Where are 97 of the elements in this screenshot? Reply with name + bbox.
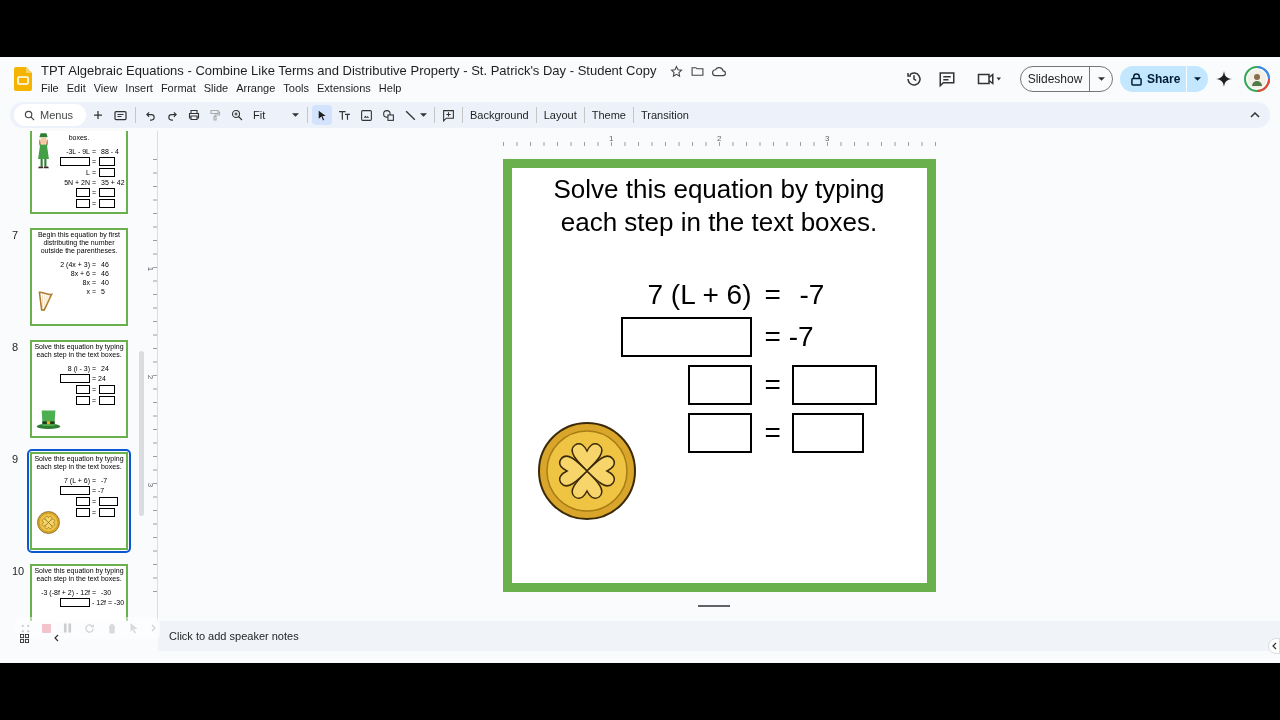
answer-box[interactable] (791, 365, 877, 405)
undo-icon[interactable] (145, 109, 156, 121)
shapes-icon (381, 108, 395, 122)
menu-item[interactable]: Insert (121, 81, 157, 95)
toolbar-button[interactable]: Layout (536, 105, 584, 125)
slide-heading: Solve this equation by typing each step in the text boxes. (552, 173, 886, 239)
answer-box[interactable] (99, 508, 115, 517)
answer-box[interactable] (76, 188, 90, 197)
ruler-number: 3 (825, 133, 830, 145)
harp-drawing (37, 290, 54, 311)
caret-icon[interactable] (420, 113, 427, 117)
menu-item[interactable]: Help (374, 81, 406, 95)
ruler-number: 2 (717, 133, 722, 145)
avatar[interactable] (1244, 66, 1270, 92)
hat-drawing (36, 408, 61, 430)
history-icon[interactable] (905, 70, 923, 88)
cloud-icon[interactable] (712, 64, 727, 78)
slide-number: 10 (12, 565, 25, 577)
equation-text: -7 (799, 281, 825, 309)
comment-icon[interactable] (938, 70, 956, 88)
equation-text: = (764, 419, 781, 447)
caret-icon (292, 113, 299, 117)
answer-box[interactable] (76, 199, 90, 208)
caret-icon[interactable] (1194, 77, 1201, 81)
lock-icon (1131, 72, 1142, 86)
search-field[interactable]: Menus (14, 104, 86, 126)
figure-drawing (36, 132, 51, 170)
answer-box[interactable] (99, 199, 115, 208)
menu-item[interactable]: Extensions (313, 81, 375, 95)
answer-box[interactable] (60, 374, 90, 383)
menu-item[interactable]: File (41, 81, 63, 95)
add-comment-icon[interactable] (442, 108, 455, 122)
collapse-icon[interactable] (1250, 112, 1260, 118)
answer-box[interactable] (687, 365, 752, 405)
print-icon[interactable] (188, 109, 200, 121)
slide[interactable]: Solve this equation by typing each step in the text boxes. 7 (L + 6) = -7 = -7 = = (502, 159, 936, 592)
answer-box[interactable] (99, 168, 115, 177)
slide-number: 9 (12, 453, 19, 465)
toolbar-button[interactable]: Transition (634, 105, 696, 125)
image-icon (359, 108, 373, 122)
coin-drawing (37, 511, 60, 534)
answer-box[interactable] (76, 508, 90, 517)
scrollbar[interactable] (139, 351, 144, 516)
answer-box[interactable] (60, 157, 90, 166)
answer-box[interactable] (687, 413, 752, 453)
answer-box[interactable] (99, 497, 118, 506)
answer-box[interactable] (620, 317, 752, 357)
answer-box[interactable] (99, 396, 115, 405)
zoom-dropdown[interactable]: Fit (247, 105, 299, 125)
new-slide-icon[interactable] (114, 109, 127, 121)
slide-number: 7 (12, 229, 19, 241)
ruler-number: 2 (145, 374, 157, 380)
equation-text: = (764, 281, 781, 309)
side-panel-toggle[interactable] (1268, 638, 1280, 654)
menu-item[interactable]: Format (156, 81, 200, 95)
sparkle-icon[interactable] (1216, 71, 1232, 87)
answer-box[interactable] (60, 486, 90, 495)
zoom-icon[interactable] (231, 109, 243, 121)
slide-number: 8 (12, 341, 19, 353)
equation-text: 7 (L + 6) (647, 281, 752, 309)
answer-box[interactable] (791, 413, 864, 453)
search-icon (24, 110, 35, 121)
toolbar-button[interactable]: Theme (584, 105, 633, 125)
text-tool-icon (337, 108, 351, 122)
line-icon (403, 108, 417, 122)
redo-icon[interactable] (167, 109, 178, 121)
star-icon[interactable] (670, 64, 684, 78)
equation-text: = (764, 371, 781, 399)
grid-view-icon[interactable] (20, 634, 29, 643)
speaker-notes-field[interactable]: Click to add speaker notes (169, 627, 299, 645)
menu-item[interactable]: Slide (199, 81, 233, 95)
ruler-number: 3 (145, 482, 157, 488)
menu-item[interactable]: Edit (62, 81, 90, 95)
answer-box[interactable] (76, 385, 90, 394)
chevron-left-icon[interactable] (54, 634, 59, 642)
ruler-number: 1 (609, 133, 614, 145)
menu-item[interactable]: Arrange (232, 81, 280, 95)
resize-handle[interactable] (698, 605, 730, 607)
folder-icon[interactable] (691, 64, 705, 78)
menu-item[interactable]: View (89, 81, 122, 95)
plus-icon[interactable] (92, 109, 104, 121)
answer-box[interactable] (76, 497, 90, 506)
pointer-tool[interactable] (312, 105, 332, 125)
answer-box[interactable] (99, 385, 115, 394)
toolbar-button[interactable]: Background (463, 105, 536, 125)
menu-item[interactable]: Tools (279, 81, 313, 95)
answer-box[interactable] (60, 598, 90, 607)
ruler-number: 1 (145, 266, 157, 272)
video-camera-icon[interactable] (976, 70, 1002, 88)
equation-text: = -7 (764, 323, 814, 351)
share-button[interactable]: Share (1120, 66, 1208, 92)
caret-icon[interactable] (1097, 77, 1105, 81)
answer-box[interactable] (99, 188, 115, 197)
answer-box[interactable] (76, 396, 90, 405)
answer-box[interactable] (99, 157, 115, 166)
document-title[interactable]: TPT Algebraic Equations - Combine Like Terms and Distributive Property - St. Patrick's Day - Student Copy (41, 63, 657, 79)
chevron-left-icon (1272, 642, 1277, 650)
